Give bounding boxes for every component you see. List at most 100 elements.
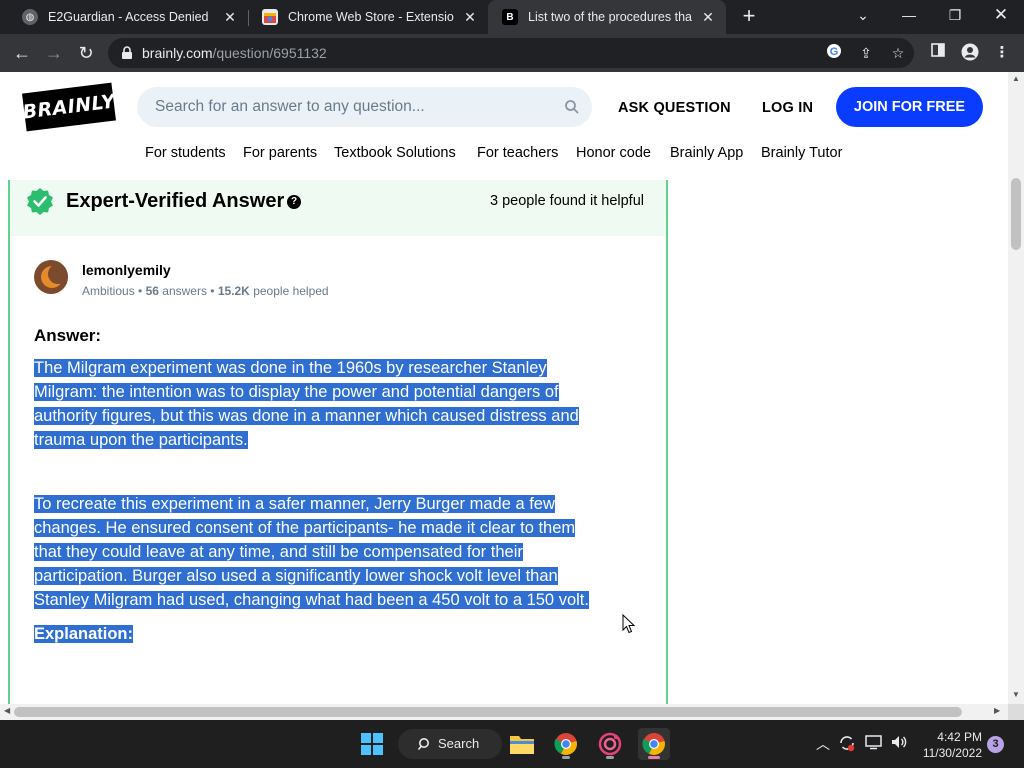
author-helped-label: people helped <box>253 284 329 298</box>
subnav-textbook-solutions[interactable]: Textbook Solutions <box>334 145 456 161</box>
join-for-free-button[interactable]: JOIN FOR FREE <box>836 87 983 127</box>
author-meta: Ambitious • 56 answers • 15.2K people he… <box>82 284 329 298</box>
running-indicator <box>606 756 614 759</box>
scroll-right-icon[interactable]: ▶ <box>994 706 1000 715</box>
subnav-brainly-tutor[interactable]: Brainly Tutor <box>761 145 842 161</box>
taskbar-clock[interactable]: 4:42 PM 11/30/2022 <box>918 729 982 761</box>
lock-icon[interactable] <box>120 46 134 60</box>
notification-badge[interactable]: 3 <box>987 736 1004 753</box>
horizontal-scroll-thumb[interactable] <box>14 707 962 717</box>
star-icon[interactable]: ☆ <box>888 43 908 63</box>
answer-line: changes. He ensured consent of the parti… <box>34 519 576 537</box>
subnav-brainly-app[interactable]: Brainly App <box>670 145 743 161</box>
back-icon[interactable]: ← <box>10 41 34 65</box>
author-helped-count: 15.2K <box>217 284 250 298</box>
reload-icon[interactable]: ↻ <box>74 41 98 65</box>
clock-time: 4:42 PM <box>937 730 982 744</box>
close-tab-icon[interactable]: ✕ <box>700 9 716 26</box>
verified-answer-header: Expert-Verified Answer ? 3 people found … <box>10 180 666 236</box>
author-rank: Ambitious <box>82 284 135 298</box>
horizontal-scrollbar[interactable]: ◀ ▶ <box>0 704 1008 720</box>
answer-line: Milgram: the intention was to display th… <box>34 383 559 401</box>
tab-title: Chrome Web Store - Extensions <box>288 10 454 24</box>
verified-answer-title: Expert-Verified Answer <box>66 190 285 212</box>
file-explorer-icon[interactable] <box>506 728 538 760</box>
search-icon <box>418 738 429 751</box>
ask-question-link[interactable]: ASK QUESTION <box>618 100 731 116</box>
search-icon[interactable] <box>564 99 580 115</box>
tab-title: E2Guardian - Access Denied <box>48 10 209 24</box>
author-answers-count: 56 <box>145 284 159 298</box>
answer-card: Expert-Verified Answer ? 3 people found … <box>8 180 668 704</box>
windows-start-icon[interactable] <box>356 728 388 760</box>
site-search[interactable] <box>137 87 592 127</box>
author-name[interactable]: lemonlyemily <box>82 262 171 278</box>
url-path: /question/6951132 <box>212 45 327 61</box>
globe-icon: ◍ <box>22 9 38 25</box>
network-icon[interactable] <box>864 734 884 754</box>
google-icon[interactable]: G <box>824 43 844 63</box>
tab-chrome-web-store[interactable]: Chrome Web Store - Extensions ✕ <box>248 0 488 34</box>
windows-taskbar: Search ︿ 4:42 PM 11/30/2022 3 <box>0 720 1024 768</box>
scroll-up-icon[interactable]: ▲ <box>1012 74 1020 83</box>
sidepanel-icon[interactable] <box>928 43 948 63</box>
subnav-for-teachers[interactable]: For teachers <box>477 145 558 161</box>
tab-e2guardian[interactable]: ◍ E2Guardian - Access Denied ✕ <box>8 0 248 34</box>
subnav-for-parents[interactable]: For parents <box>243 145 317 161</box>
search-input[interactable] <box>155 96 555 118</box>
chrome-active-icon[interactable] <box>638 728 670 760</box>
chrome-icon[interactable] <box>550 728 582 760</box>
vertical-scroll-thumb[interactable] <box>1011 178 1021 250</box>
tray-chevron-up-icon[interactable]: ︿ <box>813 734 833 754</box>
answer-line: that they could leave at any time, and s… <box>34 543 523 561</box>
avatar[interactable] <box>34 260 68 294</box>
share-icon[interactable]: ⇪ <box>856 43 876 63</box>
tab-title: List two of the procedures that U <box>528 10 692 24</box>
new-tab-button[interactable]: + <box>738 5 760 29</box>
answer-paragraph-2: To recreate this experiment in a safer m… <box>34 492 634 612</box>
close-tab-icon[interactable]: ✕ <box>462 9 478 26</box>
browser-toolbar: ← → ↻ brainly.com/question/6951132 G ⇪ ☆… <box>0 34 1024 72</box>
close-window-icon[interactable]: ✕ <box>978 0 1024 34</box>
menu-icon[interactable]: ⋮ <box>992 43 1012 63</box>
answer-line: participation. Burger also used a signif… <box>34 567 558 585</box>
answer-line: To recreate this experiment in a safer m… <box>34 495 555 513</box>
answer-label: Answer: <box>34 326 102 345</box>
scroll-down-icon[interactable]: ▼ <box>1012 690 1020 699</box>
brainly-logo[interactable]: BRAINLY <box>21 82 117 132</box>
mouse-cursor-icon <box>622 614 636 634</box>
close-tab-icon[interactable]: ✕ <box>222 9 238 26</box>
volume-icon[interactable] <box>889 734 909 754</box>
forward-icon[interactable]: → <box>42 41 66 65</box>
tab-brainly-question[interactable]: B List two of the procedures that U ✕ <box>488 0 726 34</box>
helpful-count: 3 people found it helpful <box>490 193 644 209</box>
scroll-left-icon[interactable]: ◀ <box>4 706 10 715</box>
url-domain: brainly.com <box>142 45 213 61</box>
page-viewport: BRAINLY ASK QUESTION LOG IN JOIN FOR FRE… <box>0 72 1008 704</box>
verified-badge-icon <box>27 188 53 215</box>
answer-paragraph-1: The Milgram experiment was done in the 1… <box>34 356 634 452</box>
sync-icon[interactable] <box>837 734 857 754</box>
clock-date: 11/30/2022 <box>922 746 982 760</box>
subnav-honor-code[interactable]: Honor code <box>576 145 651 161</box>
answer-line: The Milgram experiment was done in the 1… <box>34 359 547 377</box>
subnav-for-students[interactable]: For students <box>145 145 226 161</box>
tab-search-chevron-icon[interactable]: ⌄ <box>840 0 886 34</box>
vertical-scrollbar[interactable]: ▲ ▼ <box>1008 72 1024 704</box>
app-icon[interactable] <box>594 728 626 760</box>
help-icon[interactable]: ? <box>287 195 301 209</box>
answer-line: authority figures, but this was done in … <box>34 407 579 425</box>
profile-icon[interactable] <box>960 43 980 63</box>
restore-icon[interactable]: ❐ <box>932 0 978 34</box>
explanation-label-text: Explanation: <box>34 625 134 643</box>
active-indicator <box>648 756 660 759</box>
explanation-label: Explanation: <box>34 622 134 646</box>
answer-line: Stanley Milgram had used, changing what … <box>34 591 589 609</box>
log-in-link[interactable]: LOG IN <box>762 100 813 116</box>
address-bar[interactable]: brainly.com/question/6951132 G ⇪ ☆ <box>108 38 914 68</box>
running-indicator <box>562 756 570 759</box>
minimize-icon[interactable]: ― <box>886 0 932 34</box>
browser-tabstrip: ◍ E2Guardian - Access Denied ✕ Chrome We… <box>0 0 1024 34</box>
taskbar-search[interactable]: Search <box>398 729 502 759</box>
url-text: brainly.com/question/6951132 <box>142 45 327 61</box>
